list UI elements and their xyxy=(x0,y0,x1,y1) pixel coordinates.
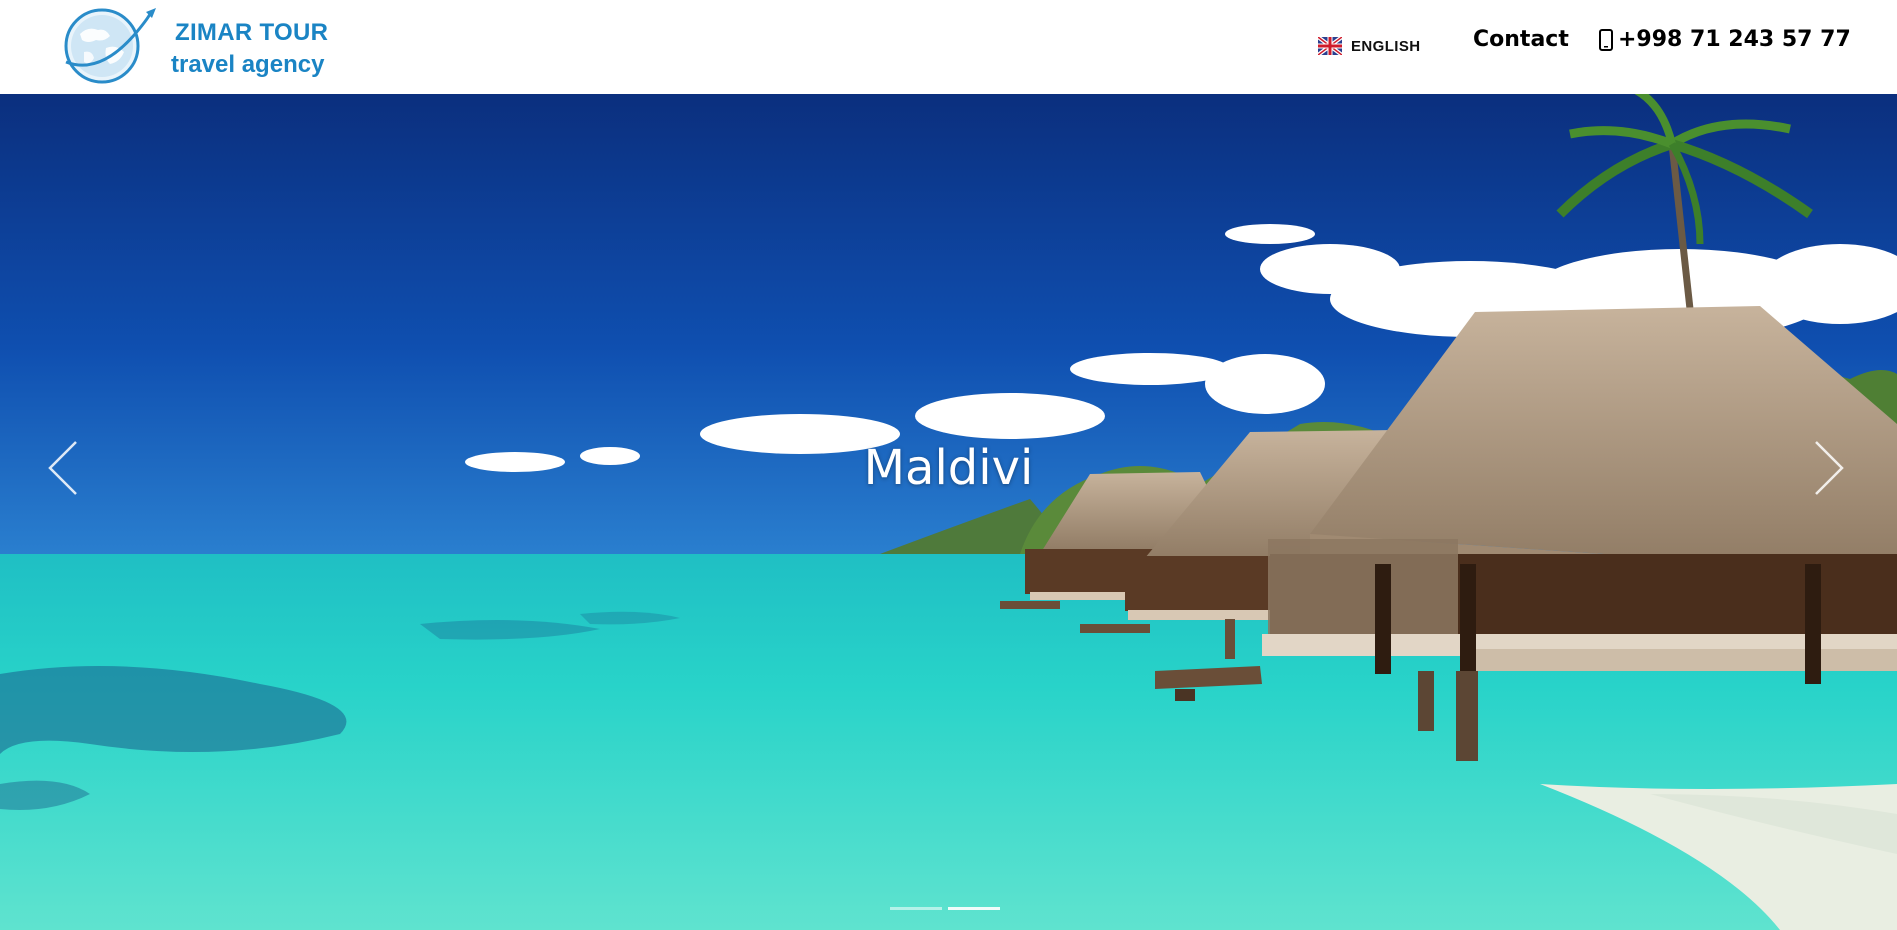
contact-link[interactable]: Contact xyxy=(1473,27,1569,52)
uk-flag-icon xyxy=(1318,37,1342,55)
chevron-left-icon xyxy=(48,441,77,495)
mobile-phone-icon xyxy=(1599,28,1613,51)
slide-indicator[interactable] xyxy=(890,907,942,910)
phone-number: +998 71 243 57 77 xyxy=(1618,27,1851,52)
site-header: ZIMAR TOUR travel agency ENGLISH Contact… xyxy=(0,0,1897,94)
globe-airplane-icon xyxy=(64,8,156,84)
brand-logo[interactable]: ZIMAR TOUR travel agency xyxy=(62,6,362,88)
chevron-right-icon xyxy=(1815,441,1844,495)
slider-prev-button[interactable] xyxy=(44,438,84,498)
slider-next-button[interactable] xyxy=(1808,438,1848,498)
language-label: ENGLISH xyxy=(1351,37,1421,55)
maldives-slide-image xyxy=(0,94,1897,930)
hero-slider: Maldivi xyxy=(0,94,1897,930)
logo-subtitle: travel agency xyxy=(171,51,325,78)
phone-link[interactable]: +998 71 243 57 77 xyxy=(1598,27,1851,52)
slide-caption: Maldivi xyxy=(863,440,1034,496)
slider-indicators xyxy=(890,907,1000,910)
language-selector[interactable]: ENGLISH xyxy=(1318,36,1420,56)
slide-indicator-active[interactable] xyxy=(948,907,1000,910)
logo-title: ZIMAR TOUR xyxy=(175,19,329,46)
